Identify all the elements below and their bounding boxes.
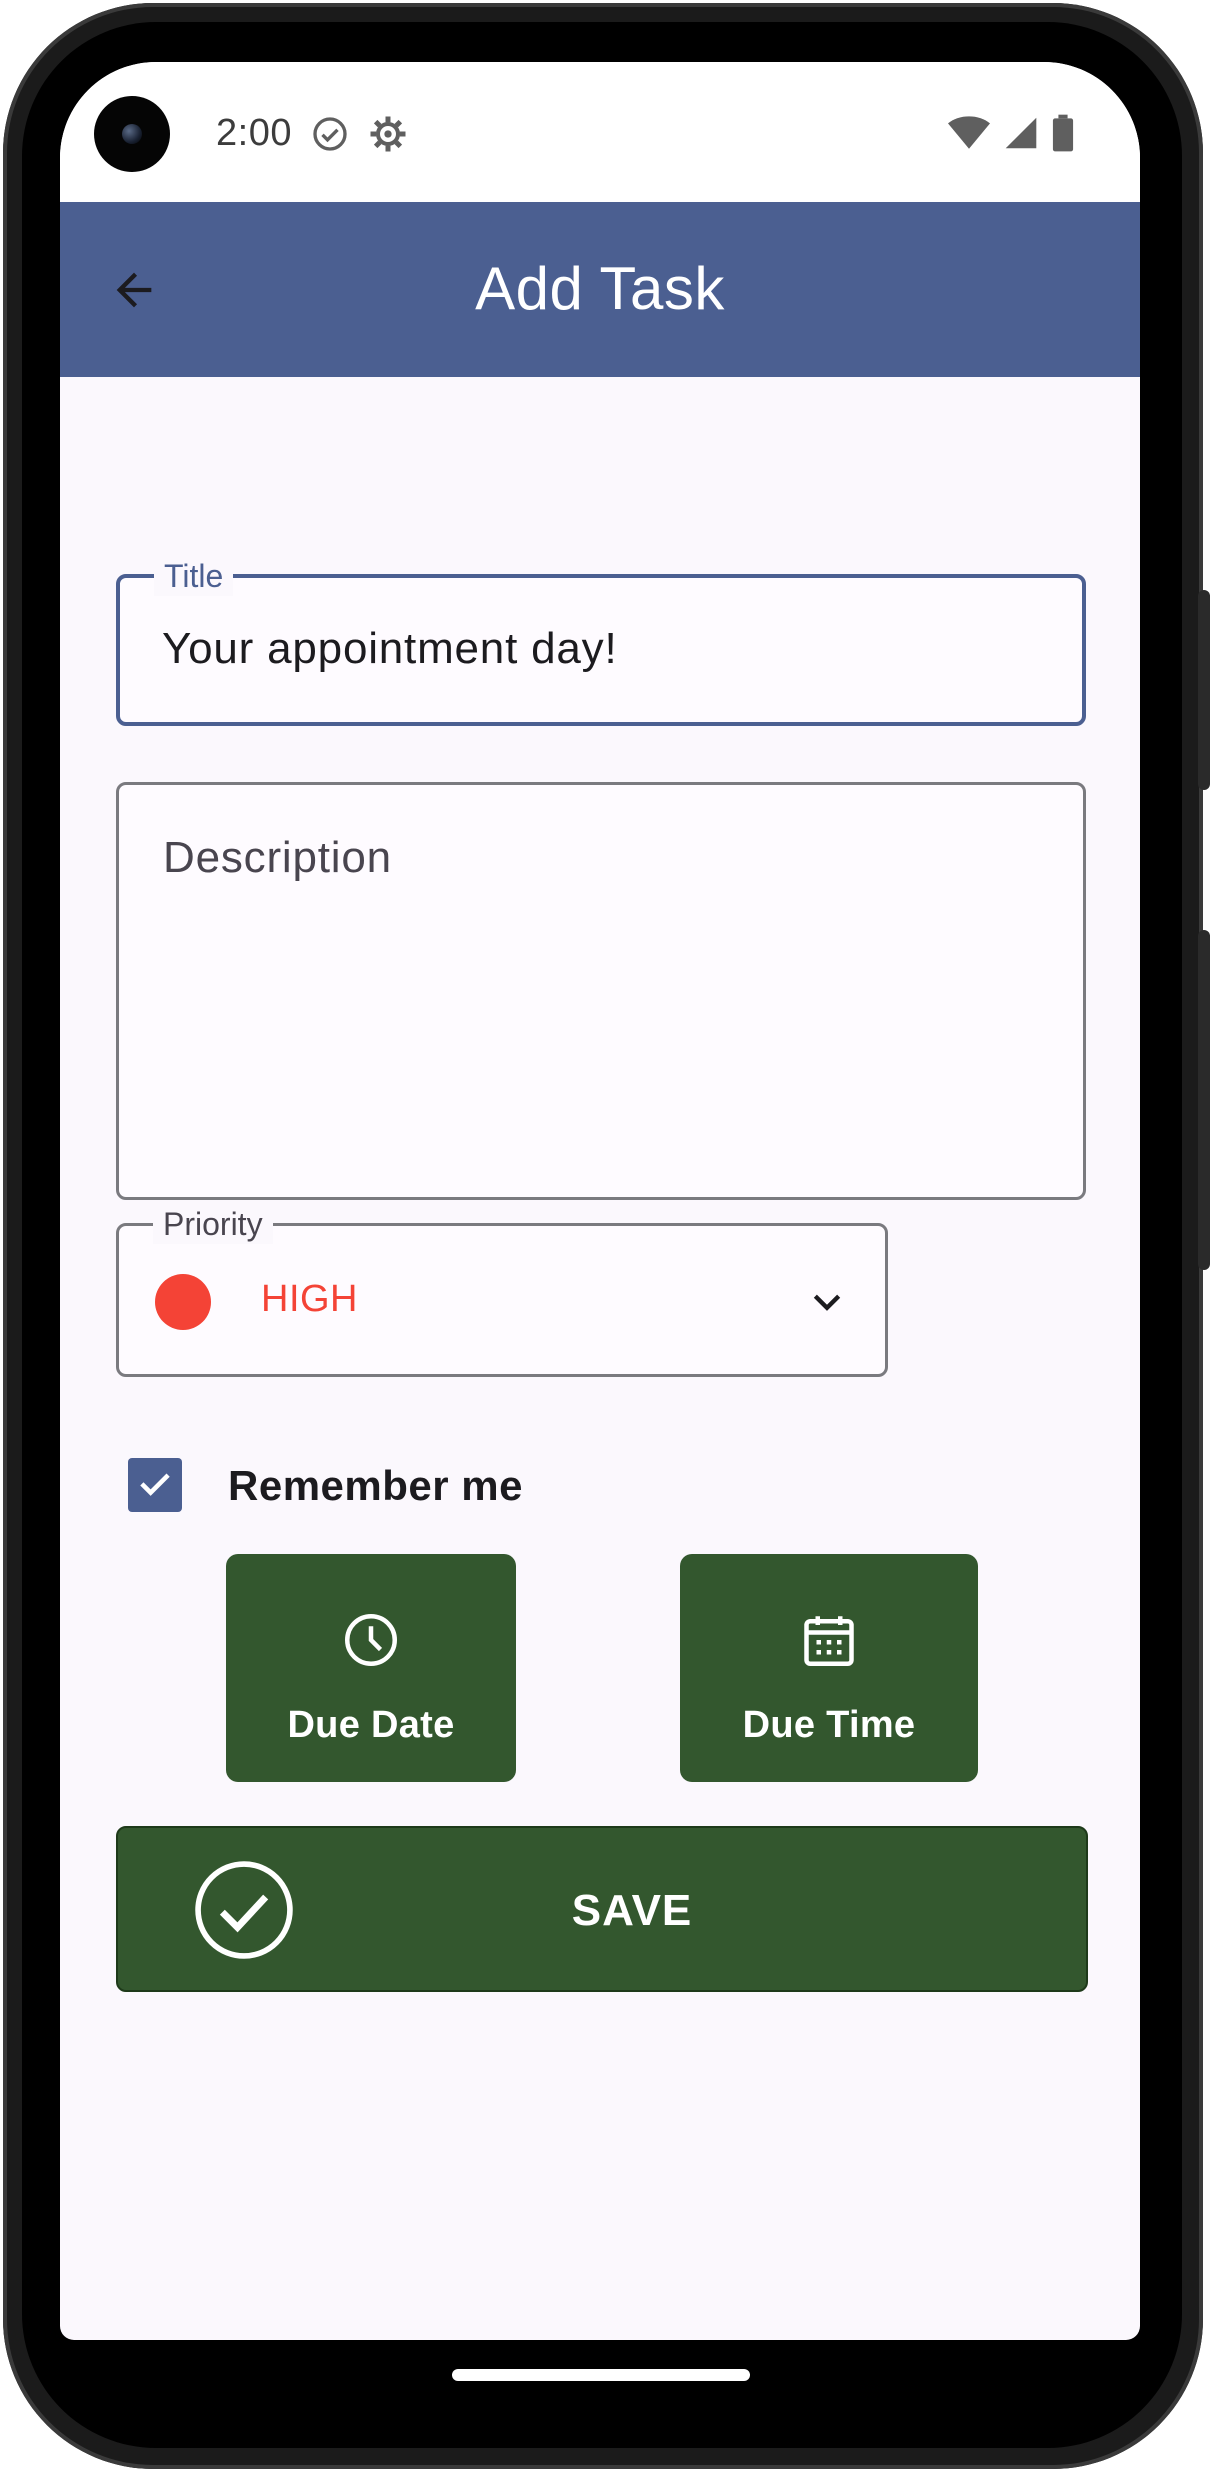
remember-me-checkbox[interactable] <box>128 1458 182 1512</box>
due-date-label: Due Date <box>287 1704 455 1746</box>
volume-button <box>1198 930 1210 1270</box>
chevron-down-icon[interactable] <box>807 1282 847 1322</box>
description-field[interactable]: Description <box>116 782 1086 1200</box>
clock-icon <box>341 1610 401 1670</box>
due-time-label: Due Time <box>742 1704 916 1746</box>
save-button[interactable]: SAVE <box>116 1826 1088 1992</box>
screen: 2:00 Add Task Title Your appointment day… <box>60 62 1140 2340</box>
front-camera <box>94 96 170 172</box>
priority-dropdown[interactable]: Priority HIGH <box>116 1204 888 1377</box>
phone-frame: 2:00 Add Task Title Your appointment day… <box>0 0 1211 2474</box>
status-right-icons <box>948 114 1074 157</box>
home-handle[interactable] <box>452 2369 750 2381</box>
status-bar: 2:00 <box>60 62 1140 202</box>
title-field[interactable]: Title Your appointment day! <box>116 556 1086 726</box>
priority-value: HIGH <box>261 1278 358 1320</box>
due-date-button[interactable]: Due Date <box>226 1554 516 1782</box>
check-circle-icon <box>310 114 350 154</box>
checkmark-icon <box>134 1462 176 1509</box>
priority-label: Priority <box>153 1204 273 1244</box>
title-field-value[interactable]: Your appointment day! <box>162 624 618 674</box>
gear-icon <box>368 114 408 154</box>
title-field-label: Title <box>154 556 234 596</box>
status-time: 2:00 <box>216 112 292 154</box>
priority-color-dot <box>155 1274 211 1330</box>
page-title: Add Task <box>475 255 725 322</box>
save-label: SAVE <box>571 1886 693 1935</box>
signal-icon <box>1004 115 1038 156</box>
navigation-bar <box>0 2340 1211 2474</box>
remember-me-label[interactable]: Remember me <box>228 1462 523 1510</box>
battery-icon <box>1052 114 1074 157</box>
app-bar: Add Task <box>60 202 1140 377</box>
due-time-button[interactable]: Due Time <box>680 1554 978 1782</box>
power-button <box>1198 590 1210 790</box>
description-placeholder: Description <box>163 833 392 882</box>
wifi-icon <box>948 115 990 156</box>
calendar-icon <box>799 1610 859 1670</box>
